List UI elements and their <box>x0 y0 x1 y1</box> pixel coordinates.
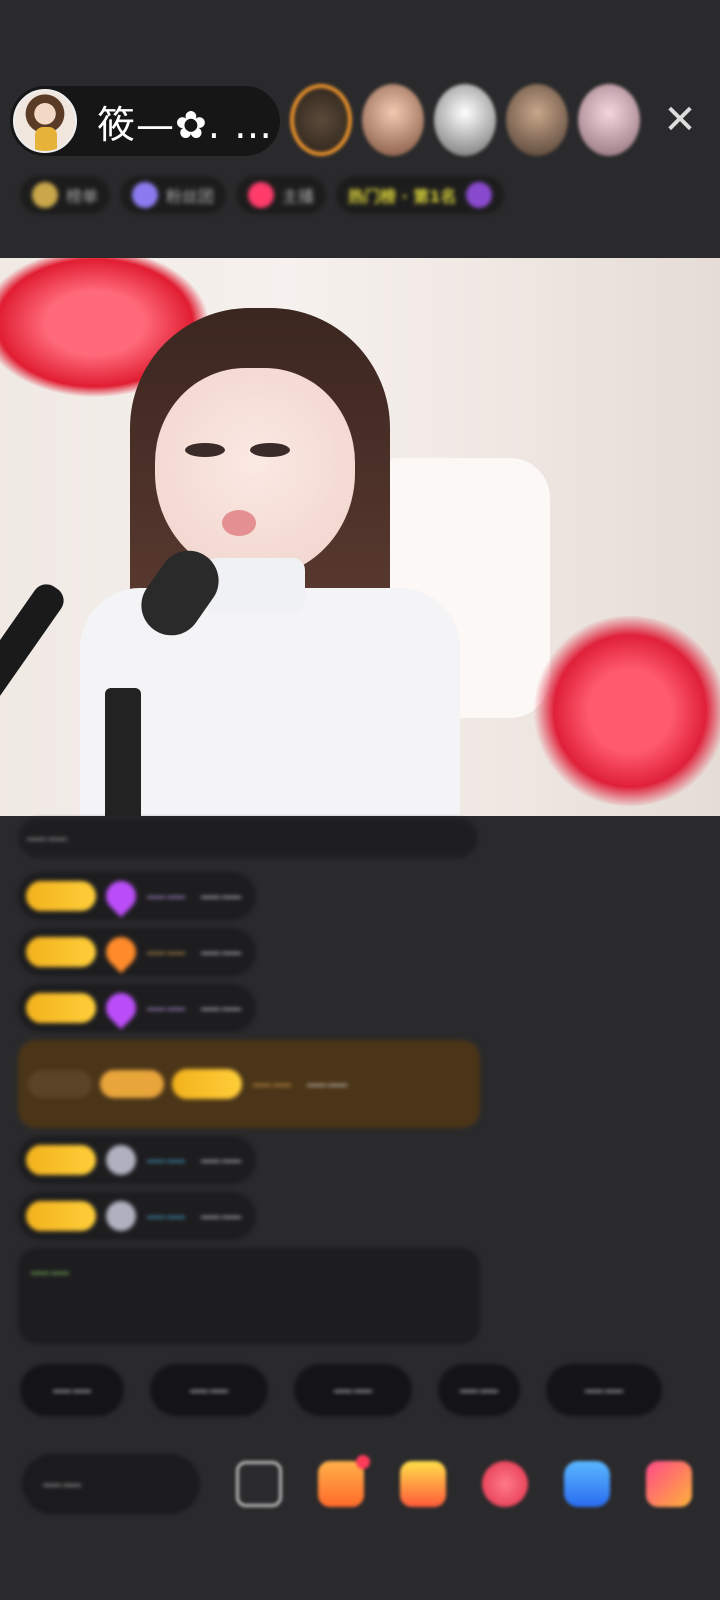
chat-message[interactable]: —— —— <box>18 872 256 920</box>
chat-text: —— <box>200 996 242 1020</box>
fan-club-icon <box>132 182 159 208</box>
bottom-toolbar: —— <box>22 1452 712 1516</box>
viewer-avatar[interactable] <box>506 84 568 156</box>
vip-pill <box>100 1070 164 1098</box>
ranking-chip[interactable]: 榜单 <box>20 176 111 214</box>
host-info-pill[interactable]: 筱—✿. … <box>10 86 280 156</box>
level-badge <box>26 1145 96 1175</box>
system-notice: —— <box>18 1248 480 1344</box>
more-icon[interactable] <box>646 1461 692 1507</box>
video-eye <box>250 443 290 457</box>
chat-nickname[interactable]: —— <box>146 1204 186 1228</box>
host-chip[interactable]: 主播 <box>236 176 327 214</box>
viewer-avatar[interactable] <box>578 84 640 156</box>
close-icon[interactable]: ✕ <box>660 100 700 140</box>
chat-text: —— <box>200 884 242 908</box>
chat-message: —— <box>18 818 478 858</box>
badge-icon <box>99 930 143 974</box>
microphone-stand <box>105 688 141 816</box>
chat-message[interactable]: —— —— <box>18 928 256 976</box>
chat-message[interactable]: —— —— <box>18 984 256 1032</box>
fan-club-chip[interactable]: 粉丝团 <box>120 176 227 214</box>
trophy-icon <box>32 182 58 208</box>
chat-message[interactable]: —— —— <box>18 1136 256 1184</box>
comment-input[interactable]: —— <box>22 1454 200 1514</box>
viewer-avatars <box>290 84 640 156</box>
game-icon[interactable] <box>564 1461 610 1507</box>
level-badge <box>26 993 96 1023</box>
backdrop-decoration <box>530 616 720 806</box>
level-pill <box>28 1070 92 1098</box>
video-face <box>155 368 355 578</box>
quick-reply-chip[interactable]: —— <box>294 1364 412 1416</box>
quick-reply-row: —— —— —— —— —— <box>20 1364 720 1420</box>
level-badge <box>172 1069 242 1099</box>
level-badge <box>26 881 96 911</box>
viewer-avatar[interactable] <box>362 84 424 156</box>
chat-feed[interactable]: —— —— —— —— —— —— —— —— —— —— —— —— —— —… <box>18 818 488 1352</box>
video-choker <box>205 558 305 613</box>
chat-text: —— <box>200 940 242 964</box>
system-notice-text: —— <box>30 1260 70 1284</box>
host-name: 筱—✿. … <box>97 102 273 147</box>
viewer-avatar[interactable] <box>290 84 352 156</box>
shop-icon[interactable] <box>318 1455 370 1507</box>
live-video[interactable] <box>0 258 720 816</box>
viewer-avatar[interactable] <box>434 84 496 156</box>
user-icon <box>106 1201 136 1231</box>
video-mouth <box>222 510 256 536</box>
diamond-icon <box>99 986 143 1030</box>
gift-icon[interactable] <box>400 1461 446 1507</box>
quick-reply-chip[interactable]: —— <box>150 1364 268 1416</box>
host-avatar[interactable] <box>13 89 77 153</box>
chat-nickname[interactable]: —— <box>146 940 186 964</box>
level-badge <box>26 937 96 967</box>
user-icon <box>106 1145 136 1175</box>
quick-reply-chip[interactable]: —— <box>546 1364 662 1416</box>
chat-nickname[interactable]: —— <box>146 1148 186 1172</box>
microphone-body <box>0 578 70 802</box>
chat-nickname[interactable]: —— <box>146 884 186 908</box>
heart-icon[interactable] <box>482 1461 528 1507</box>
video-eye <box>185 443 225 457</box>
quick-reply-chip[interactable]: —— <box>438 1364 520 1416</box>
chat-text: —— <box>200 1204 242 1228</box>
room-info-row: 榜单 粉丝团 主播 热门榜 · 第1名 <box>20 168 700 222</box>
diamond-icon <box>99 874 143 918</box>
chat-text: —— <box>306 1072 348 1096</box>
gift-message[interactable]: —— —— <box>18 1040 480 1128</box>
host-icon <box>248 182 275 208</box>
chat-nickname[interactable]: —— <box>252 1072 292 1096</box>
chat-message[interactable]: —— —— <box>18 1192 256 1240</box>
chat-text: —— <box>200 1148 242 1172</box>
level-badge <box>26 1201 96 1231</box>
chat-nickname[interactable]: —— <box>146 996 186 1020</box>
quick-reply-chip[interactable]: —— <box>20 1364 124 1416</box>
emoji-icon[interactable] <box>236 1461 282 1507</box>
hot-ranking-chip[interactable]: 热门榜 · 第1名 <box>336 176 505 214</box>
rank-icon <box>466 182 493 208</box>
